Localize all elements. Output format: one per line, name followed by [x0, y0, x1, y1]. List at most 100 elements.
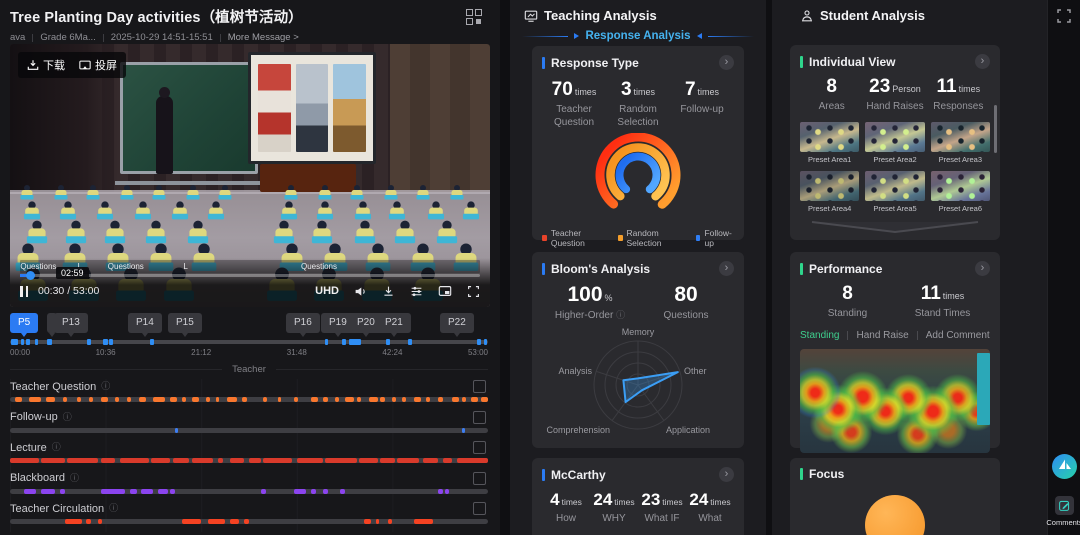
timeline-marker[interactable]: [342, 339, 347, 345]
timeline-marker[interactable]: [103, 339, 108, 345]
tab-standing[interactable]: Standing: [800, 330, 839, 341]
preset-area-5[interactable]: Preset Area5: [865, 170, 925, 213]
page-marker-p5[interactable]: P5: [10, 313, 39, 337]
track-bar[interactable]: [10, 397, 488, 402]
timeline-marker[interactable]: [47, 339, 52, 345]
info-icon[interactable]: ⓘ: [63, 412, 72, 422]
video-player[interactable]: 下载 投屏 02:59 QuestionsLQuestionsLQuestion…: [10, 44, 490, 307]
download-video-button[interactable]: 下载: [27, 57, 65, 73]
info-icon[interactable]: ⓘ: [616, 310, 625, 320]
preset-thumbnail: [865, 170, 925, 201]
page-marker-p16[interactable]: P16: [286, 313, 320, 337]
track-bar[interactable]: [10, 427, 488, 433]
fullscreen-button[interactable]: [467, 285, 480, 298]
download-stream-button[interactable]: [382, 285, 395, 298]
qr-code-icon[interactable]: [466, 9, 482, 25]
expand-response-type-button[interactable]: ›: [719, 55, 734, 70]
expand-panel-button[interactable]: [1056, 8, 1072, 24]
timeline-marker[interactable]: [34, 339, 39, 345]
timeline-marker[interactable]: [26, 339, 30, 345]
track-bar[interactable]: [10, 458, 488, 463]
expand-mccarthy-button[interactable]: ›: [719, 467, 734, 482]
preset-area-4[interactable]: Preset Area4: [800, 170, 860, 213]
track-checkbox[interactable]: [473, 441, 486, 454]
page-marker-p14[interactable]: P14: [128, 313, 162, 337]
preset-caption: Preset Area5: [873, 203, 917, 213]
student-figure: [187, 220, 208, 244]
standing-heatmap: [800, 348, 990, 453]
page-marker-p15[interactable]: P15: [168, 313, 202, 337]
timeline-marker[interactable]: [483, 339, 488, 345]
page-marker-p13[interactable]: P13: [54, 313, 88, 337]
track-row: Lecture ⓘ: [10, 440, 488, 471]
card-scrollbar[interactable]: [994, 105, 997, 153]
expand-individual-view-button[interactable]: ›: [975, 54, 990, 69]
preset-caption: Preset Area4: [807, 203, 852, 213]
student-analysis-panel: Student Analysis Individual View › 8 Are…: [772, 0, 1047, 535]
timeline-marker[interactable]: [150, 339, 154, 345]
volume-button[interactable]: [354, 285, 367, 298]
timeline-marker[interactable]: [476, 339, 481, 345]
preset-area-1[interactable]: Preset Area1: [800, 121, 860, 164]
comments-button[interactable]: [1055, 496, 1074, 515]
info-icon[interactable]: ⓘ: [70, 473, 79, 483]
timeline-marker[interactable]: [20, 339, 24, 345]
tab-response-analysis[interactable]: Response Analysis: [510, 30, 766, 42]
teaching-analysis-icon: [524, 10, 538, 22]
preset-area-3[interactable]: Preset Area3: [930, 121, 990, 164]
preset-area-6[interactable]: Preset Area6: [930, 170, 990, 213]
event-tracks: Teacher Question ⓘ Follow-up ⓘ Lecture ⓘ…: [10, 379, 488, 532]
track-segment: [98, 519, 103, 524]
ai-assistant-button[interactable]: [1052, 454, 1077, 479]
page-marker-p21[interactable]: P21: [377, 313, 411, 337]
individual-view-title: Individual View: [809, 54, 896, 69]
pip-icon: [438, 286, 452, 296]
info-icon[interactable]: ⓘ: [52, 443, 61, 452]
page-marker-p22[interactable]: P22: [440, 313, 474, 337]
pip-button[interactable]: [438, 284, 452, 298]
track-segment: [363, 519, 371, 524]
more-message-link[interactable]: More Message >: [228, 32, 299, 43]
quality-selector[interactable]: UHD: [315, 285, 339, 297]
student-figure: [462, 201, 479, 220]
timeline-marker[interactable]: [11, 339, 19, 345]
timeline-marker[interactable]: [109, 339, 113, 345]
track-segment: [294, 488, 307, 494]
expand-performance-button[interactable]: ›: [975, 261, 990, 276]
track-segment: [129, 488, 137, 494]
meta-channel: ava: [10, 32, 26, 43]
expand-more-chevron[interactable]: [810, 220, 980, 234]
track-segment: [100, 397, 108, 402]
timeline-marker[interactable]: [385, 339, 390, 345]
cast-button[interactable]: 投屏: [79, 57, 117, 73]
stat-how: 4 times How: [550, 490, 582, 524]
video-control-bar: QuestionsLQuestionsLQuestions 00:30 / 53…: [10, 258, 490, 307]
track-segment: [153, 397, 166, 402]
tab-hand-raise[interactable]: Hand Raise: [856, 330, 908, 341]
info-icon[interactable]: ⓘ: [101, 382, 110, 391]
expand-bloom-button[interactable]: ›: [719, 261, 734, 276]
timeline-marker[interactable]: [349, 339, 361, 345]
preset-area-grid: Preset Area1 Preset Area2 Preset Area3 P…: [800, 121, 990, 213]
track-checkbox[interactable]: [473, 502, 486, 515]
timeline-marker[interactable]: [87, 339, 91, 345]
timeline-marker[interactable]: [407, 339, 412, 345]
pause-button[interactable]: [20, 285, 28, 297]
playhead[interactable]: [25, 271, 35, 280]
timeline-marker[interactable]: [324, 339, 329, 345]
seek-bar[interactable]: [20, 271, 480, 280]
preset-caption: Preset Area2: [873, 154, 917, 164]
track-segment: [158, 488, 168, 494]
info-icon[interactable]: ⓘ: [109, 504, 118, 513]
track-checkbox[interactable]: [473, 471, 486, 485]
tab-add-comment[interactable]: Add Comment: [926, 330, 990, 341]
timeline-bar[interactable]: [10, 339, 488, 345]
settings-button[interactable]: [410, 285, 423, 298]
stat-what: 24 times What: [689, 490, 731, 524]
track-checkbox[interactable]: [473, 410, 486, 424]
preset-area-2[interactable]: Preset Area2: [865, 121, 925, 164]
track-segment: [191, 458, 214, 463]
track-bar[interactable]: [10, 488, 488, 494]
track-bar[interactable]: [10, 519, 488, 524]
track-checkbox[interactable]: [473, 380, 486, 393]
